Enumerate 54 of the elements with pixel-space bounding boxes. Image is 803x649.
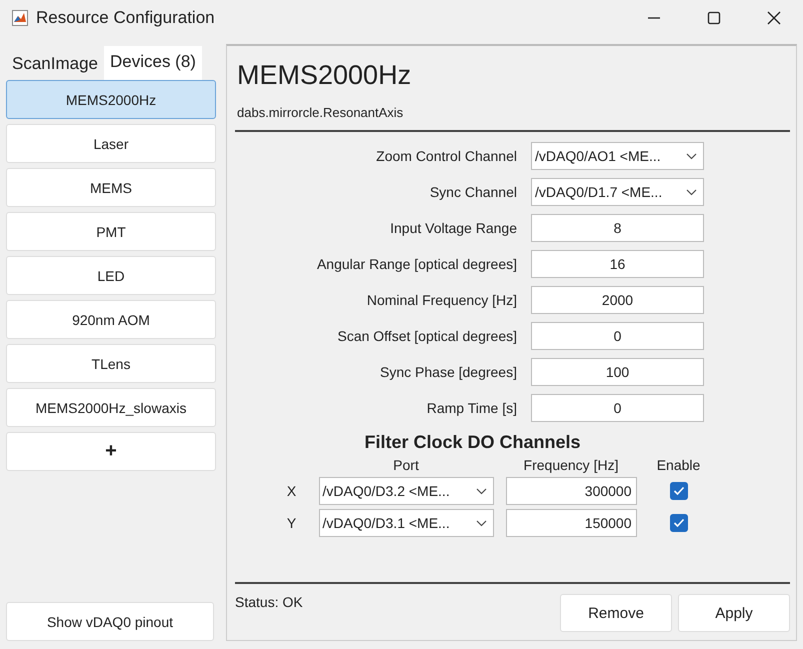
input-field[interactable]: 8 xyxy=(531,214,704,242)
field-label: Sync Phase [degrees] xyxy=(379,364,517,380)
app-icon xyxy=(12,10,28,26)
field-label: Zoom Control Channel xyxy=(375,148,517,164)
port-dropdown[interactable]: /vDAQ0/D3.1 <ME... xyxy=(318,509,494,537)
column-header: Port xyxy=(392,457,420,473)
axis-label: Y xyxy=(286,515,298,531)
action-button[interactable]: Apply xyxy=(678,594,790,632)
section-title: Filter Clock DO Channels xyxy=(364,432,581,453)
enable-checkbox[interactable] xyxy=(670,514,688,532)
field-label: Ramp Time [s] xyxy=(426,400,517,416)
dropdown[interactable]: /vDAQ0/AO1 <ME... xyxy=(531,142,704,170)
checkmark-icon xyxy=(672,518,684,528)
window-title: Resource Configuration xyxy=(36,8,215,28)
device-button[interactable]: PMT xyxy=(6,212,216,251)
axis-label: X xyxy=(286,483,298,499)
port-dropdown[interactable]: /vDAQ0/D3.2 <ME... xyxy=(318,477,494,505)
device-button[interactable]: MEMS2000Hz_slowaxis xyxy=(6,388,216,427)
maximize-icon[interactable] xyxy=(707,11,721,25)
frequency-field[interactable]: 150000 xyxy=(506,509,636,537)
field-label: Nominal Frequency [Hz] xyxy=(366,292,517,308)
chevron-icon xyxy=(476,488,486,494)
device-button[interactable]: 920nm AOM xyxy=(6,300,216,339)
device-button[interactable]: Laser xyxy=(6,124,216,163)
dropdown[interactable]: /vDAQ0/D1.7 <ME... xyxy=(531,178,704,206)
input-field[interactable]: 2000 xyxy=(531,286,704,314)
device-button[interactable]: + xyxy=(6,432,216,471)
device-button[interactable]: LED xyxy=(6,256,216,295)
input-field[interactable]: 100 xyxy=(531,358,704,386)
device-button[interactable]: TLens xyxy=(6,344,216,383)
field-label: Sync Channel xyxy=(428,184,517,200)
column-header: Enable xyxy=(656,457,702,473)
close-icon[interactable] xyxy=(767,11,781,25)
device-button[interactable]: MEMS xyxy=(6,168,216,207)
device-title: MEMS2000Hz xyxy=(237,60,412,91)
pinout-button[interactable]: Show vDAQ0 pinout xyxy=(6,602,214,641)
input-field[interactable]: 0 xyxy=(531,394,704,422)
chevron-icon xyxy=(686,152,697,160)
chevron-icon xyxy=(686,188,697,196)
enable-checkbox[interactable] xyxy=(670,482,688,500)
chevron-icon xyxy=(476,520,486,526)
checkmark-icon xyxy=(672,486,684,496)
frequency-field[interactable]: 300000 xyxy=(506,477,636,505)
action-button[interactable]: Remove xyxy=(560,594,672,632)
column-header: Frequency [Hz] xyxy=(522,457,620,473)
field-label: Scan Offset [optical degrees] xyxy=(336,328,517,344)
field-label: Angular Range [optical degrees] xyxy=(316,256,517,272)
field-label: Input Voltage Range xyxy=(389,220,517,236)
status-text: Status: OK xyxy=(235,594,303,610)
input-field[interactable]: 16 xyxy=(531,250,704,278)
input-field[interactable]: 0 xyxy=(531,322,704,350)
device-class: dabs.mirrorcle.ResonantAxis xyxy=(237,105,404,120)
device-button[interactable]: MEMS2000Hz xyxy=(6,80,216,119)
tab[interactable]: Devices (8) xyxy=(104,46,202,80)
